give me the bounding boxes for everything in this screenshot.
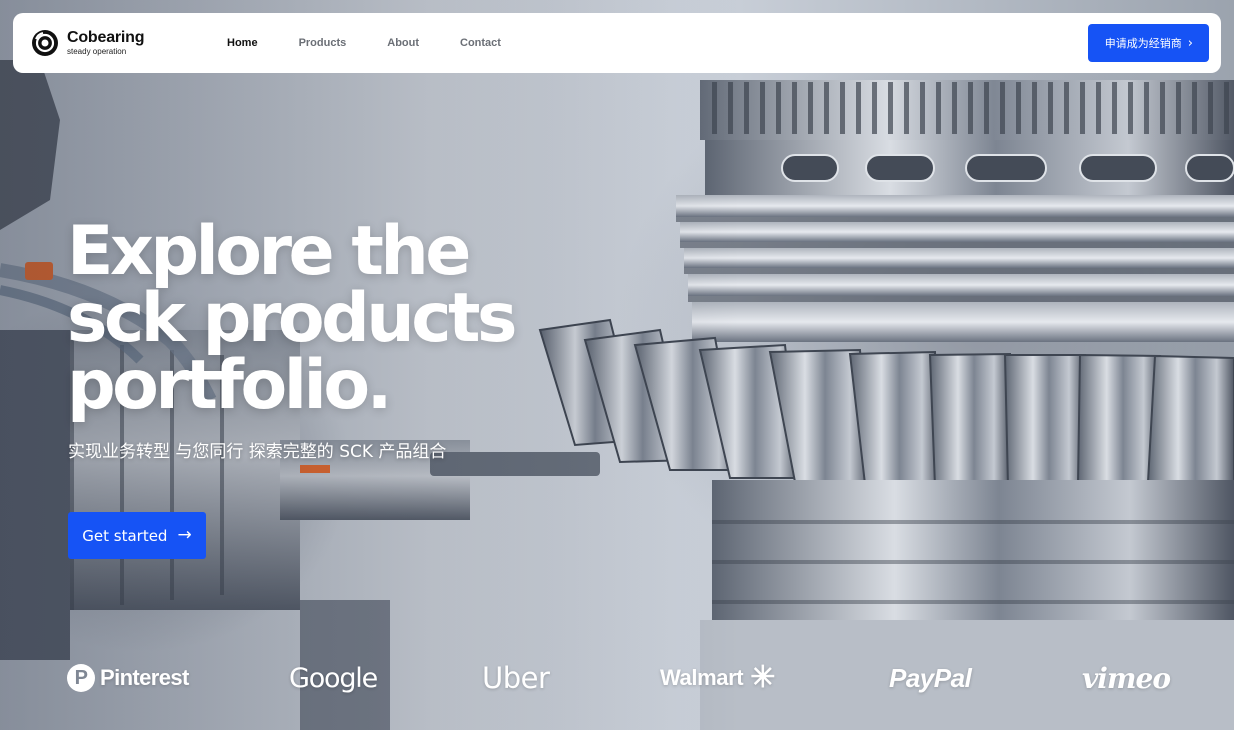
get-started-label: Get started [82, 526, 168, 545]
brand-logo-paypal: PayPal [889, 655, 972, 701]
brand-name-google: Google [289, 662, 378, 694]
bearing-logo-icon [32, 30, 58, 56]
brand-name-vimeo: vimeo [1082, 661, 1171, 695]
hero-subtitle: 实现业务转型 与您同行 探索完整的 SCK 产品组合 [68, 442, 447, 462]
partner-logos: P Pinterest Google Uber Walmart ✳ PayPal… [0, 655, 1234, 705]
brand-logo-google: Google [289, 655, 378, 701]
nav-link-home[interactable]: Home [227, 37, 258, 49]
chevron-right-icon: › [1187, 35, 1193, 51]
hero-title: Explore the sck products portfolio. [67, 212, 587, 425]
main-nav: Home Products About Contact [227, 37, 501, 49]
brand-name-pinterest: Pinterest [100, 665, 189, 690]
brand-logo-vimeo: vimeo [1082, 655, 1171, 701]
nav-link-products[interactable]: Products [299, 37, 347, 49]
top-navbar: Cobearing steady operation Home Products… [13, 13, 1221, 73]
arrow-right-icon: → [177, 525, 192, 545]
nav-link-about[interactable]: About [387, 37, 419, 49]
brand-name-walmart: Walmart [660, 665, 744, 690]
hero-title-line-1: Explore the [67, 212, 471, 291]
become-dealer-button[interactable]: 申请成为经销商 › [1087, 24, 1209, 62]
pinterest-icon: P [67, 664, 95, 692]
hero-title-line-2: sck products [67, 279, 517, 358]
hero-title-line-3: portfolio. [67, 346, 392, 425]
brand-name-uber: Uber [482, 661, 550, 695]
get-started-button[interactable]: Get started → [68, 512, 206, 559]
brand-logo[interactable]: Cobearing steady operation [31, 29, 227, 57]
logo-tagline: steady operation [67, 47, 127, 56]
brand-name-paypal: PayPal [889, 662, 972, 693]
brand-logo-walmart: Walmart ✳ [660, 655, 775, 701]
walmart-spark-icon: ✳ [750, 661, 775, 694]
logo-name: Cobearing [67, 29, 145, 46]
brand-logo-uber: Uber [482, 655, 550, 701]
nav-link-contact[interactable]: Contact [460, 37, 501, 49]
brand-logo-pinterest: P Pinterest [67, 655, 189, 701]
become-dealer-label: 申请成为经销商 [1104, 37, 1182, 50]
